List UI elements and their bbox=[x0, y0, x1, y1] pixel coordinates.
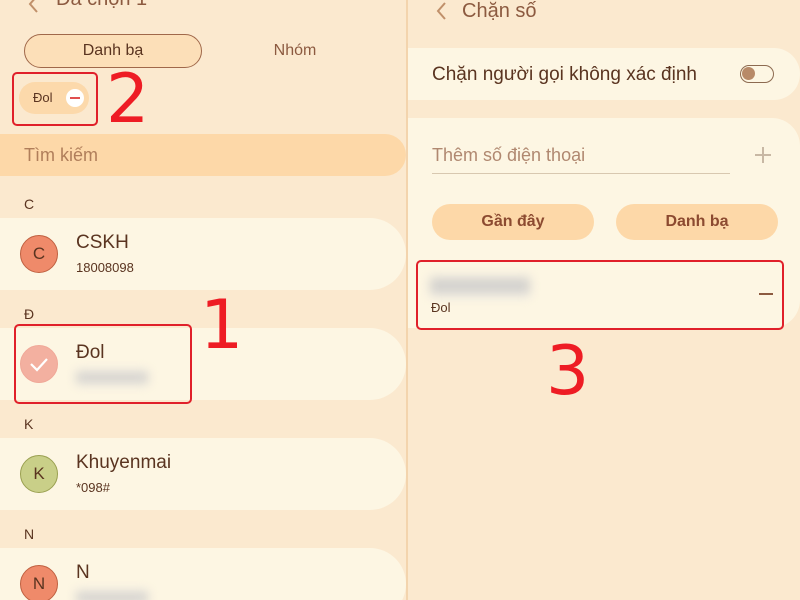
tab-groups[interactable]: Nhóm bbox=[210, 34, 380, 68]
contact-name: N bbox=[76, 562, 90, 583]
contact-name: CSKH bbox=[76, 232, 129, 253]
picker-title: Đã chọn 1 bbox=[56, 0, 147, 11]
plus-icon[interactable] bbox=[750, 142, 776, 168]
contact-picker-panel: Đã chọn 1 Danh bạ Nhóm Đol 2 C C CSKH 18… bbox=[0, 0, 406, 600]
toggle-knob bbox=[742, 67, 755, 80]
block-title: Chặn số bbox=[462, 0, 537, 22]
section-letter: N bbox=[24, 526, 35, 542]
contact-name: Khuyenmai bbox=[76, 452, 172, 473]
section-letter: Đ bbox=[24, 306, 35, 322]
block-unknown-toggle[interactable] bbox=[740, 65, 774, 83]
block-unknown-label: Chặn người gọi không xác định bbox=[432, 64, 697, 85]
contacts-button[interactable]: Danh bạ bbox=[616, 204, 778, 240]
back-arrow-icon[interactable] bbox=[434, 0, 450, 23]
block-header: Chặn số bbox=[408, 0, 800, 28]
annotation-box-3 bbox=[416, 260, 784, 330]
annotation-number-3: 3 bbox=[546, 332, 590, 411]
contact-number: *098# bbox=[76, 480, 110, 495]
recent-button[interactable]: Gần đây bbox=[432, 204, 594, 240]
contact-item-n[interactable]: N N 0000000000 bbox=[0, 548, 406, 600]
annotation-number-2: 2 bbox=[106, 60, 150, 139]
search-input[interactable] bbox=[24, 142, 364, 168]
annotation-box-2 bbox=[12, 72, 98, 126]
section-letter: K bbox=[24, 416, 34, 432]
avatar: K bbox=[20, 455, 58, 493]
block-numbers-panel: Chặn số Chặn người gọi không xác định Gầ… bbox=[408, 0, 800, 600]
contact-item-cskh[interactable]: C CSKH 18008098 bbox=[0, 218, 406, 290]
contact-number-blurred: 0000000000 bbox=[76, 590, 149, 600]
search-bar[interactable] bbox=[0, 134, 406, 176]
back-arrow-icon[interactable] bbox=[26, 0, 42, 16]
avatar: C bbox=[20, 235, 58, 273]
avatar: N bbox=[20, 565, 58, 600]
picker-header: Đã chọn 1 bbox=[0, 0, 406, 28]
annotation-box-1 bbox=[14, 324, 192, 404]
contact-number: 18008098 bbox=[76, 260, 134, 275]
phone-number-input[interactable] bbox=[432, 141, 730, 174]
section-letter: C bbox=[24, 196, 35, 212]
block-unknown-setting[interactable]: Chặn người gọi không xác định bbox=[408, 48, 800, 100]
contact-item-khuyenmai[interactable]: K Khuyenmai *098# bbox=[0, 438, 406, 510]
annotation-number-1: 1 bbox=[200, 286, 244, 365]
